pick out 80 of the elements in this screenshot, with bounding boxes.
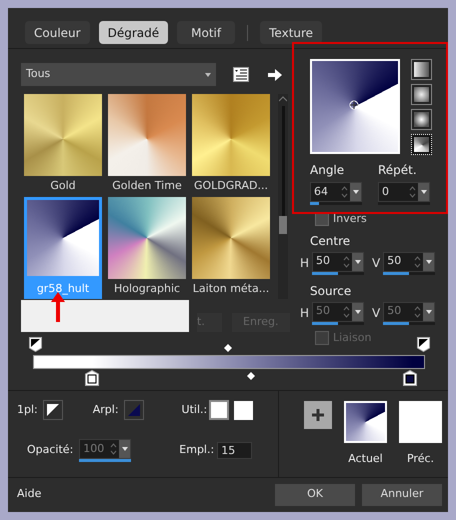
spin-arrows-icon[interactable] xyxy=(341,186,348,198)
field-label: Angle xyxy=(310,162,346,179)
gradient-thumbnail[interactable]: Laiton méta... xyxy=(192,196,270,298)
gradient-bar[interactable] xyxy=(33,355,425,369)
tab[interactable]: Texture xyxy=(260,21,322,44)
axis-label: H xyxy=(300,255,310,272)
tab[interactable]: Motif xyxy=(177,21,236,44)
section-label: Centre xyxy=(310,232,352,250)
preview-label: Actuel xyxy=(348,451,383,467)
color-stop-icon[interactable] xyxy=(403,370,417,386)
midpoint-icon[interactable] xyxy=(247,372,255,380)
gradient-style-button[interactable] xyxy=(411,109,432,130)
help-link[interactable]: Aide xyxy=(17,486,268,503)
list-view-icon[interactable] xyxy=(233,67,249,82)
color-swatch[interactable] xyxy=(234,400,254,420)
gradient-name: Golden Time xyxy=(111,178,183,194)
midpoint-icon[interactable] xyxy=(224,344,232,352)
dropdown-button[interactable] xyxy=(352,252,364,270)
scroll-thumb[interactable] xyxy=(279,216,287,234)
category-dropdown[interactable]: Tous xyxy=(21,63,216,86)
spin-arrows-icon[interactable] xyxy=(409,186,416,198)
arrow-right-icon[interactable] xyxy=(268,68,282,80)
caret-icon xyxy=(426,310,432,314)
field-label: Opacité: xyxy=(27,442,74,458)
caret-icon xyxy=(354,310,361,314)
caret-icon xyxy=(426,260,432,264)
gradient-name: Holographic xyxy=(112,280,182,296)
caret-icon xyxy=(122,447,128,451)
preview-swatch[interactable] xyxy=(344,401,387,443)
gradient-thumbnail[interactable]: Gold xyxy=(24,94,102,196)
preview-label: Préc. xyxy=(406,451,434,467)
gradient-thumbnail[interactable]: GOLDGRAD... xyxy=(192,94,270,196)
dropdown-button[interactable] xyxy=(350,183,361,201)
dialog-button[interactable]: OK xyxy=(275,484,355,506)
checkbox-label: Invers xyxy=(333,211,367,227)
preview-swatch[interactable] xyxy=(399,401,442,443)
gradient-preview[interactable] xyxy=(310,59,400,154)
dropdown-button[interactable] xyxy=(423,252,434,270)
spin-field[interactable]: 64 xyxy=(310,182,362,202)
scroll-up-icon[interactable] xyxy=(279,96,287,102)
checkbox-label: Liaison xyxy=(333,330,372,346)
gradient-thumbnail[interactable]: Golden Time xyxy=(108,94,186,196)
tab[interactable]: Couleur xyxy=(25,21,90,44)
spin-field[interactable]: 0 xyxy=(378,182,430,202)
color-swatch[interactable] xyxy=(209,400,230,420)
field-label: Util.: xyxy=(182,402,208,418)
opacity-stop-icon[interactable] xyxy=(29,337,42,352)
caret-icon xyxy=(354,260,361,264)
gradient-name: gr58_hult xyxy=(36,280,90,297)
dropdown-button[interactable] xyxy=(418,183,429,201)
opacity-stop-icon[interactable] xyxy=(417,337,430,352)
color-stop-icon[interactable] xyxy=(85,370,99,386)
dialog-button[interactable]: Annuler xyxy=(362,484,442,506)
field-label: 1pl: xyxy=(17,402,38,418)
gradient-name: Laiton méta... xyxy=(192,280,270,296)
caret-icon xyxy=(420,190,426,194)
gradient-name: Gold xyxy=(49,178,77,194)
caret-icon xyxy=(352,190,358,194)
gradient-name: GOLDGRAD... xyxy=(193,178,269,194)
axis-label: H xyxy=(300,305,310,322)
axis-label: V xyxy=(372,305,380,322)
section-label: Source xyxy=(310,282,352,300)
gradient-thumbnail[interactable]: Holographic xyxy=(108,196,186,298)
gradient-style-button[interactable] xyxy=(411,84,432,105)
spin-field[interactable]: 50 xyxy=(312,252,364,272)
crosshair-icon[interactable] xyxy=(349,100,359,110)
color-swatch-icon[interactable] xyxy=(42,400,63,420)
field-label: Répét. xyxy=(378,162,418,179)
location-field[interactable]: 15 xyxy=(217,442,252,459)
plus-icon xyxy=(311,408,325,422)
tab[interactable]: Dégradé xyxy=(98,21,168,44)
field-label: Empl.: xyxy=(179,442,214,458)
axis-label: V xyxy=(372,255,380,272)
color-swatch-icon[interactable] xyxy=(124,400,144,420)
field-label: Arpl: xyxy=(92,402,119,418)
scrollbar[interactable] xyxy=(278,94,288,299)
spin-field[interactable]: 50 xyxy=(383,252,436,272)
caret-icon xyxy=(205,72,211,76)
gradient-style-button[interactable] xyxy=(411,59,432,80)
add-button[interactable] xyxy=(304,401,332,429)
